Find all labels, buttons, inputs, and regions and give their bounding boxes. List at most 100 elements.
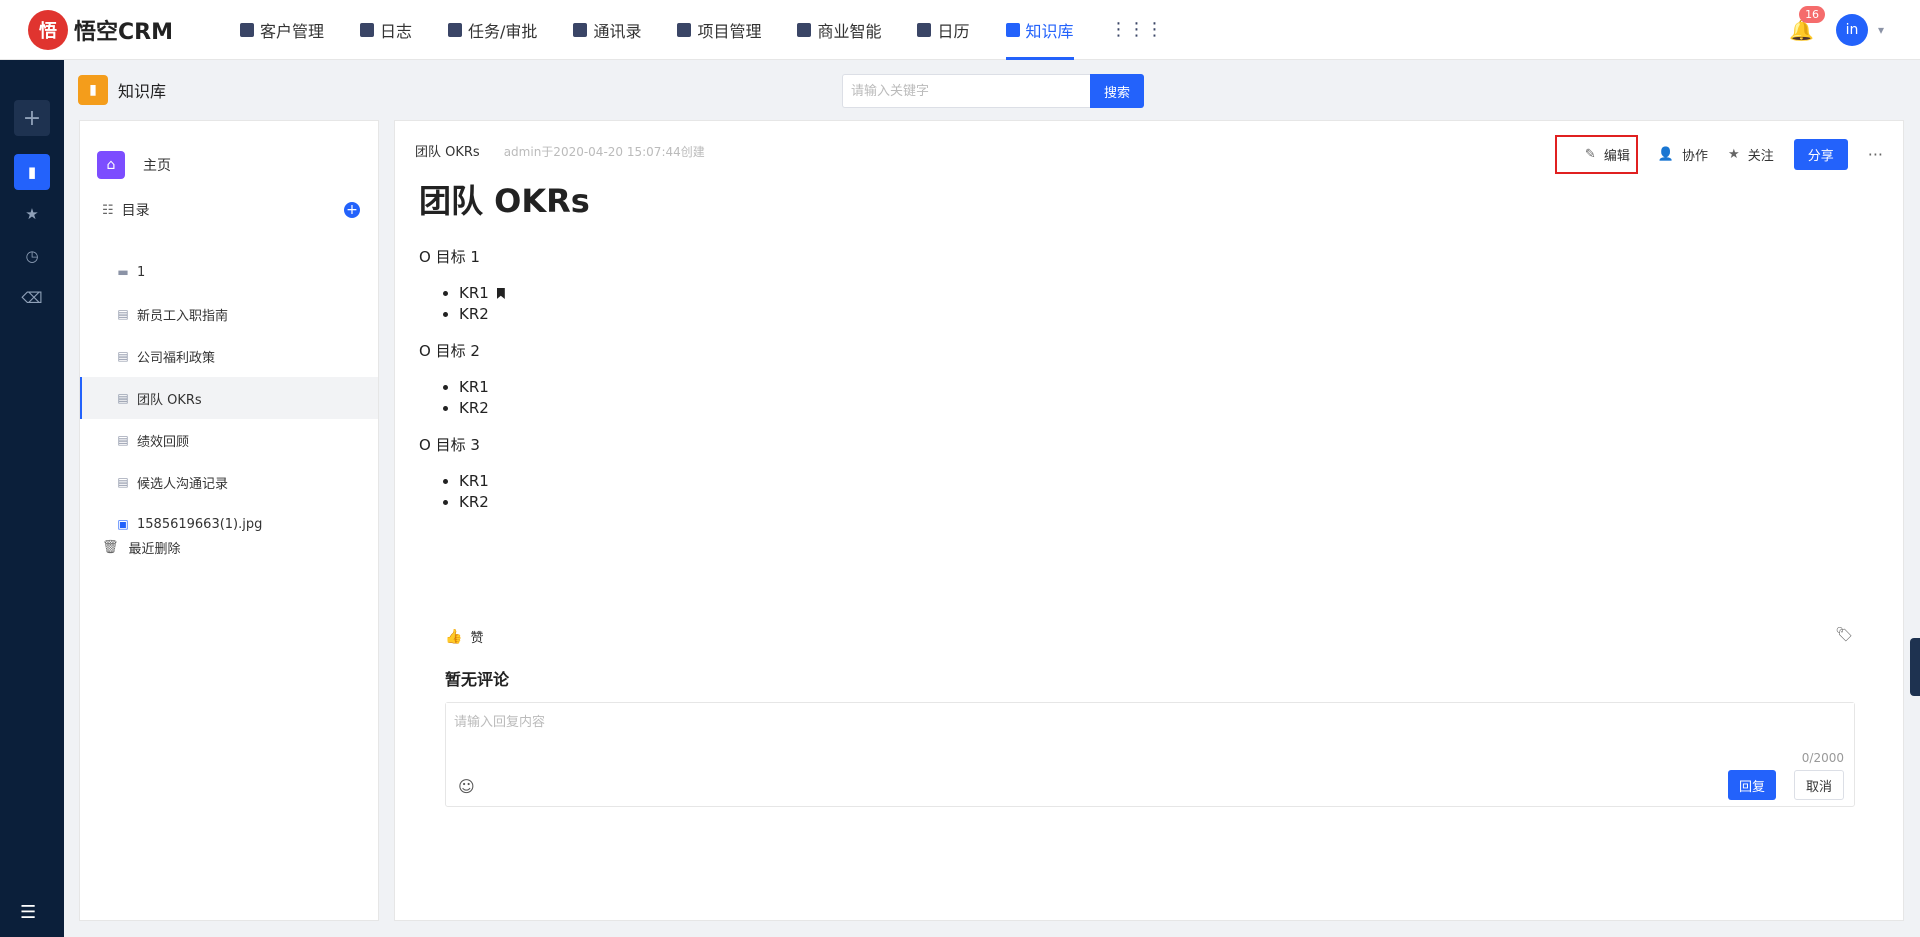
nav-item-projects[interactable]: 项目管理 xyxy=(659,0,779,60)
goal-title: O 目标 3 xyxy=(419,436,480,454)
emoji-icon[interactable]: ☺ xyxy=(458,777,475,796)
nav-label: 客户管理 xyxy=(260,21,325,41)
edit-button[interactable]: ✎ 编辑 xyxy=(1554,135,1638,174)
nav-item-tasks[interactable]: 任务/审批 xyxy=(430,0,555,60)
bi-icon xyxy=(797,22,812,37)
book-icon xyxy=(1005,22,1020,37)
project-icon xyxy=(677,22,692,37)
nav-item-calendar[interactable]: 日历 xyxy=(899,0,987,60)
add-circle-icon[interactable]: + xyxy=(344,202,360,218)
search-input[interactable] xyxy=(842,74,1090,108)
page-title: 知识库 xyxy=(118,82,167,101)
cancel-button[interactable]: 取消 xyxy=(1793,770,1844,800)
folder-icon: ▬ xyxy=(117,265,129,279)
nav-item-bi[interactable]: 商业智能 xyxy=(779,0,899,60)
tree-item-label: 公司福利政策 xyxy=(137,350,216,366)
recently-deleted[interactable]: 🗑 最近删除 xyxy=(102,538,181,557)
follow-label: 关注 xyxy=(1747,149,1774,164)
document-panel: 团队 OKRs admin于2020-04-20 15:07:44创建 ✎ 编辑 … xyxy=(394,120,1904,921)
directory-label: 目录 xyxy=(121,203,150,219)
bell-icon[interactable]: 🔔 16 xyxy=(1789,6,1826,42)
tree-item[interactable]: ▤ 新员工入职指南 xyxy=(80,293,378,335)
rail-clock-icon[interactable]: ◷ xyxy=(14,238,50,274)
tree-item-label: 候选人沟通记录 xyxy=(137,476,229,492)
apps-grid-icon[interactable]: ⋮⋮⋮ xyxy=(1092,0,1182,60)
directory-header: ☷ 目录 + xyxy=(102,200,360,220)
page-header: ▮ 知识库 xyxy=(78,75,166,105)
brand-logo[interactable]: 悟 悟空CRM xyxy=(28,9,184,50)
rail-star-icon[interactable]: ★ xyxy=(14,196,50,232)
doc-icon: ▤ xyxy=(117,475,129,489)
like-label: 赞 xyxy=(470,631,484,646)
search-bar: 搜索 xyxy=(842,74,1144,108)
reply-input[interactable] xyxy=(446,703,1854,753)
nav-item-contacts[interactable]: 通讯录 xyxy=(555,0,659,60)
tag-icon[interactable]: 🏷 xyxy=(1835,627,1853,643)
tree-item-label: 新员工入职指南 xyxy=(137,308,229,324)
doc-icon: ▤ xyxy=(117,349,129,363)
tree-item[interactable]: ▤ 候选人沟通记录 xyxy=(80,461,378,503)
tree-item-label: 团队 OKRs xyxy=(137,392,202,408)
main-nav: 客户管理 日志 任务/审批 通讯录 项目管理 商业智能 日历 知识库 ⋮⋮⋮ xyxy=(222,0,1182,60)
side-drawer-handle[interactable] xyxy=(1910,638,1920,696)
home-label: 主页 xyxy=(143,158,171,174)
reply-box: 0/2000 ☺ 回复 取消 xyxy=(445,702,1855,807)
nav-label: 商业智能 xyxy=(817,21,882,41)
kr-item: KR1 xyxy=(459,283,505,304)
tree-item[interactable]: ▬ 1 xyxy=(80,251,378,293)
more-icon[interactable]: ··· xyxy=(1868,145,1883,164)
nav-label: 任务/审批 xyxy=(468,21,538,41)
calendar-icon xyxy=(917,22,932,37)
kr-item: KR2 xyxy=(459,304,505,325)
trash-icon: 🗑 xyxy=(102,540,119,555)
nav-item-customers[interactable]: 客户管理 xyxy=(222,0,342,60)
home-icon: ⌂ xyxy=(97,151,125,179)
kr-list: KR1 KR2 xyxy=(459,283,505,325)
collaborate-button[interactable]: 👤 协作 xyxy=(1658,145,1708,164)
goal-title: O 目标 1 xyxy=(419,248,480,266)
notification-badge: 16 xyxy=(1799,6,1826,23)
brand-name: 悟空CRM xyxy=(74,19,173,45)
tree-home[interactable]: ⌂ 主页 xyxy=(97,151,171,179)
doc-meta: admin于2020-04-20 15:07:44创建 xyxy=(503,145,705,159)
collapse-menu-icon[interactable]: ☰ xyxy=(20,902,36,923)
users-icon: 👤 xyxy=(1657,147,1675,162)
crumb-title: 团队 OKRs xyxy=(415,145,480,160)
top-navbar: 悟 悟空CRM 客户管理 日志 任务/审批 通讯录 项目管理 商业智能 日历 知… xyxy=(0,0,1920,60)
nav-item-log[interactable]: 日志 xyxy=(342,0,430,60)
user-avatar[interactable]: in xyxy=(1835,14,1868,46)
tree-item-label: 绩效回顾 xyxy=(137,434,190,450)
kr-item: KR1 xyxy=(459,471,505,492)
tree-item[interactable]: ▤ 公司福利政策 xyxy=(80,335,378,377)
rail-trash-icon[interactable]: ⌫ xyxy=(14,280,50,316)
top-right-area: 🔔 16 in ▾ xyxy=(1789,0,1884,60)
phone-book-icon xyxy=(573,22,588,37)
like-button[interactable]: 👍 赞 xyxy=(445,627,484,647)
pencil-icon: ✎ xyxy=(1584,147,1596,162)
briefcase-icon xyxy=(448,22,463,37)
follow-button[interactable]: ★ 关注 xyxy=(1728,145,1774,164)
tree-item[interactable]: ▤ 绩效回顾 xyxy=(80,419,378,461)
nav-item-knowledge[interactable]: 知识库 xyxy=(988,0,1092,60)
tree-item-active[interactable]: ▤ 团队 OKRs xyxy=(80,377,378,419)
breadcrumb: 团队 OKRs admin于2020-04-20 15:07:44创建 xyxy=(415,141,705,160)
doc-icon: ▤ xyxy=(117,391,129,405)
kr-list: KR1 KR2 xyxy=(459,377,505,419)
create-button[interactable]: + xyxy=(14,100,50,136)
log-icon xyxy=(360,22,375,37)
nav-label: 日志 xyxy=(380,21,413,41)
search-button[interactable]: 搜索 xyxy=(1090,74,1144,108)
reply-button[interactable]: 回复 xyxy=(1727,770,1776,800)
doc-body[interactable]: O 目标 1 KR1 KR2 O 目标 2 KR1 KR2 O 目标 3 KR1… xyxy=(419,247,505,529)
nav-label: 项目管理 xyxy=(697,21,762,41)
tree-item-label: 1585619663(1).jpg xyxy=(137,516,263,532)
list-icon: ☷ xyxy=(102,202,114,218)
thumbs-up-icon: 👍 xyxy=(445,628,463,645)
logo-mark: 悟 xyxy=(28,9,68,50)
chevron-down-icon[interactable]: ▾ xyxy=(1878,23,1884,37)
nav-label: 日历 xyxy=(937,21,970,41)
share-button[interactable]: 分享 xyxy=(1793,139,1848,170)
kr-list: KR1 KR2 xyxy=(459,471,505,513)
rail-book-icon[interactable]: ▮ xyxy=(14,154,50,190)
knowledge-book-icon: ▮ xyxy=(78,75,108,105)
